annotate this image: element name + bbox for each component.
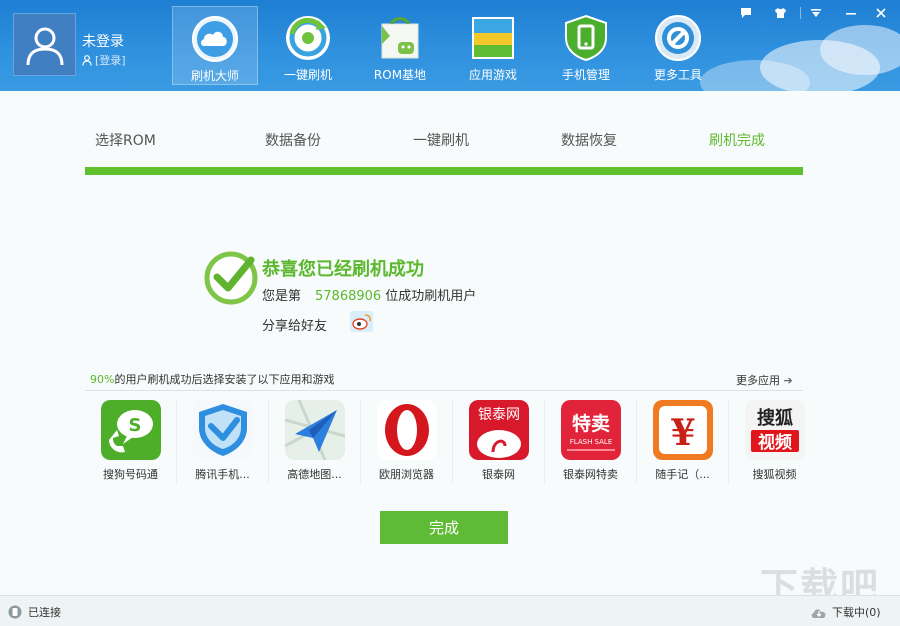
wrench-gear-icon xyxy=(655,15,701,61)
app-name: 高德地图... xyxy=(287,468,342,481)
header-bar: 未登录 [登录] 刷机大师 一键刷机 ROM基地 应用游戏 手机管理 更多工具 xyxy=(0,0,900,91)
apps-header: 90%的用户刷机成功后选择安装了以下应用和游戏 xyxy=(90,371,334,387)
step-data-backup: 数据备份 xyxy=(265,133,321,149)
divider xyxy=(85,390,803,391)
step-data-restore: 数据恢复 xyxy=(561,133,617,149)
svg-text:视频: 视频 xyxy=(758,432,792,453)
connection-status: 已连接 xyxy=(8,604,61,620)
user-icon xyxy=(26,27,63,65)
opera-icon xyxy=(376,400,437,460)
rank-line: 您是第 57868906 位成功刷机用户 xyxy=(262,285,476,304)
android-bag-icon xyxy=(381,17,419,59)
app-item[interactable]: ¥ 随手记（... xyxy=(637,396,728,482)
person-icon xyxy=(82,54,92,66)
svg-text:银泰网: 银泰网 xyxy=(478,407,520,423)
svg-text:FLASH SALE: FLASH SALE xyxy=(569,438,612,446)
nav-item-apps-games[interactable]: 应用游戏 xyxy=(450,6,536,85)
app-name: 银泰网 xyxy=(482,468,515,481)
app-name: 搜狗号码通 xyxy=(103,468,158,481)
app-item[interactable]: 搜狐 视频 搜狐视频 xyxy=(729,396,820,482)
app-item[interactable]: 高德地图... xyxy=(269,396,360,482)
close-icon[interactable] xyxy=(873,5,889,21)
rank-suffix: 位成功刷机用户 xyxy=(385,289,477,304)
app-name: 欧朋浏览器 xyxy=(379,468,434,481)
user-name: 未登录 xyxy=(82,34,124,50)
arrow-right-icon: ➔ xyxy=(783,374,793,387)
nav-label: 更多工具 xyxy=(653,68,702,82)
step-indicator: 选择ROM 数据备份 一键刷机 数据恢复 刷机完成 xyxy=(85,130,803,154)
svg-text:S: S xyxy=(128,415,141,436)
share-label: 分享给好友 xyxy=(262,319,328,334)
svg-text:¥: ¥ xyxy=(670,412,695,454)
nav-label: 手机管理 xyxy=(561,68,610,82)
app-item[interactable]: 银泰网 银泰网 xyxy=(453,396,544,482)
tencent-shield-icon xyxy=(192,400,253,460)
yintai-icon: 银泰网 xyxy=(468,400,529,460)
sohu-video-icon: 搜狐 视频 xyxy=(744,400,805,460)
app-name: 搜狐视频 xyxy=(752,468,797,481)
nav-item-flash-master[interactable]: 刷机大师 xyxy=(172,6,258,85)
success-title: 恭喜您已经刷机成功 xyxy=(262,259,424,280)
weibo-icon[interactable] xyxy=(350,311,373,332)
rank-prefix: 您是第 xyxy=(262,289,302,304)
minimize-icon[interactable] xyxy=(843,5,859,21)
app-item[interactable]: S 搜狗号码通 xyxy=(85,396,176,482)
app-name: 腾讯手机... xyxy=(195,468,250,481)
app-list: S 搜狗号码通 腾讯手机... 高德地图... 欧朋浏览器 银泰网 银泰网 特卖… xyxy=(85,396,805,488)
refresh-cycle-icon xyxy=(286,16,330,60)
app-item[interactable]: 腾讯手机... xyxy=(177,396,268,482)
phone-connected-icon xyxy=(8,605,22,619)
step-flash-complete: 刷机完成 xyxy=(709,133,765,149)
nav-label: 一键刷机 xyxy=(283,68,332,82)
svg-text:搜狐: 搜狐 xyxy=(757,407,793,429)
nav-item-more-tools[interactable]: 更多工具 xyxy=(635,6,721,85)
finish-button[interactable]: 完成 xyxy=(380,511,508,544)
download-status[interactable]: 下载中(0) xyxy=(810,604,881,620)
check-circle-icon xyxy=(204,251,258,305)
login-line: [登录] xyxy=(82,52,126,68)
app-box-icon xyxy=(472,17,514,59)
nav-label: 应用游戏 xyxy=(468,68,517,82)
cloud-decoration xyxy=(820,25,900,75)
nav-item-phone-manage[interactable]: 手机管理 xyxy=(543,6,629,85)
login-link[interactable]: [登录] xyxy=(95,52,126,68)
app-name: 随手记（... xyxy=(655,468,710,481)
app-item[interactable]: 特卖 FLASH SALE 银泰网特卖 xyxy=(545,396,636,482)
cloud-icon xyxy=(192,16,238,62)
nav-label: 刷机大师 xyxy=(190,69,239,83)
status-bar: 已连接 下载中(0) xyxy=(0,595,900,626)
nav-item-rom-base[interactable]: ROM基地 xyxy=(357,6,443,85)
avatar[interactable] xyxy=(13,13,76,76)
progress-bar xyxy=(85,167,803,175)
yintai-flash-sale-icon: 特卖 FLASH SALE xyxy=(560,400,621,460)
more-apps-label: 更多应用 xyxy=(736,374,780,387)
connection-label: 已连接 xyxy=(28,606,61,619)
nav-item-one-key-flash[interactable]: 一键刷机 xyxy=(265,6,351,85)
apps-header-text: 的用户刷机成功后选择安装了以下应用和游戏 xyxy=(114,373,335,386)
nav-label: ROM基地 xyxy=(373,68,427,82)
skin-icon[interactable] xyxy=(772,5,788,21)
menu-icon[interactable] xyxy=(808,5,824,21)
more-apps-link[interactable]: 更多应用 ➔ xyxy=(736,372,793,388)
svg-text:特卖: 特卖 xyxy=(571,413,609,435)
download-label: 下载中(0) xyxy=(832,606,881,619)
step-one-key-flash: 一键刷机 xyxy=(413,133,469,149)
phone-shield-icon xyxy=(565,14,607,62)
app-name: 银泰网特卖 xyxy=(563,468,618,481)
rank-number: 57868906 xyxy=(315,289,382,304)
amap-plane-icon xyxy=(284,400,345,460)
yen-icon: ¥ xyxy=(652,400,713,460)
sogou-phone-icon: S xyxy=(100,400,161,460)
message-icon[interactable] xyxy=(738,5,754,21)
step-select-rom: 选择ROM xyxy=(95,133,156,149)
app-item[interactable]: 欧朋浏览器 xyxy=(361,396,452,482)
apps-percent: 90% xyxy=(90,373,115,386)
divider xyxy=(800,7,801,19)
download-cloud-icon xyxy=(811,608,826,618)
